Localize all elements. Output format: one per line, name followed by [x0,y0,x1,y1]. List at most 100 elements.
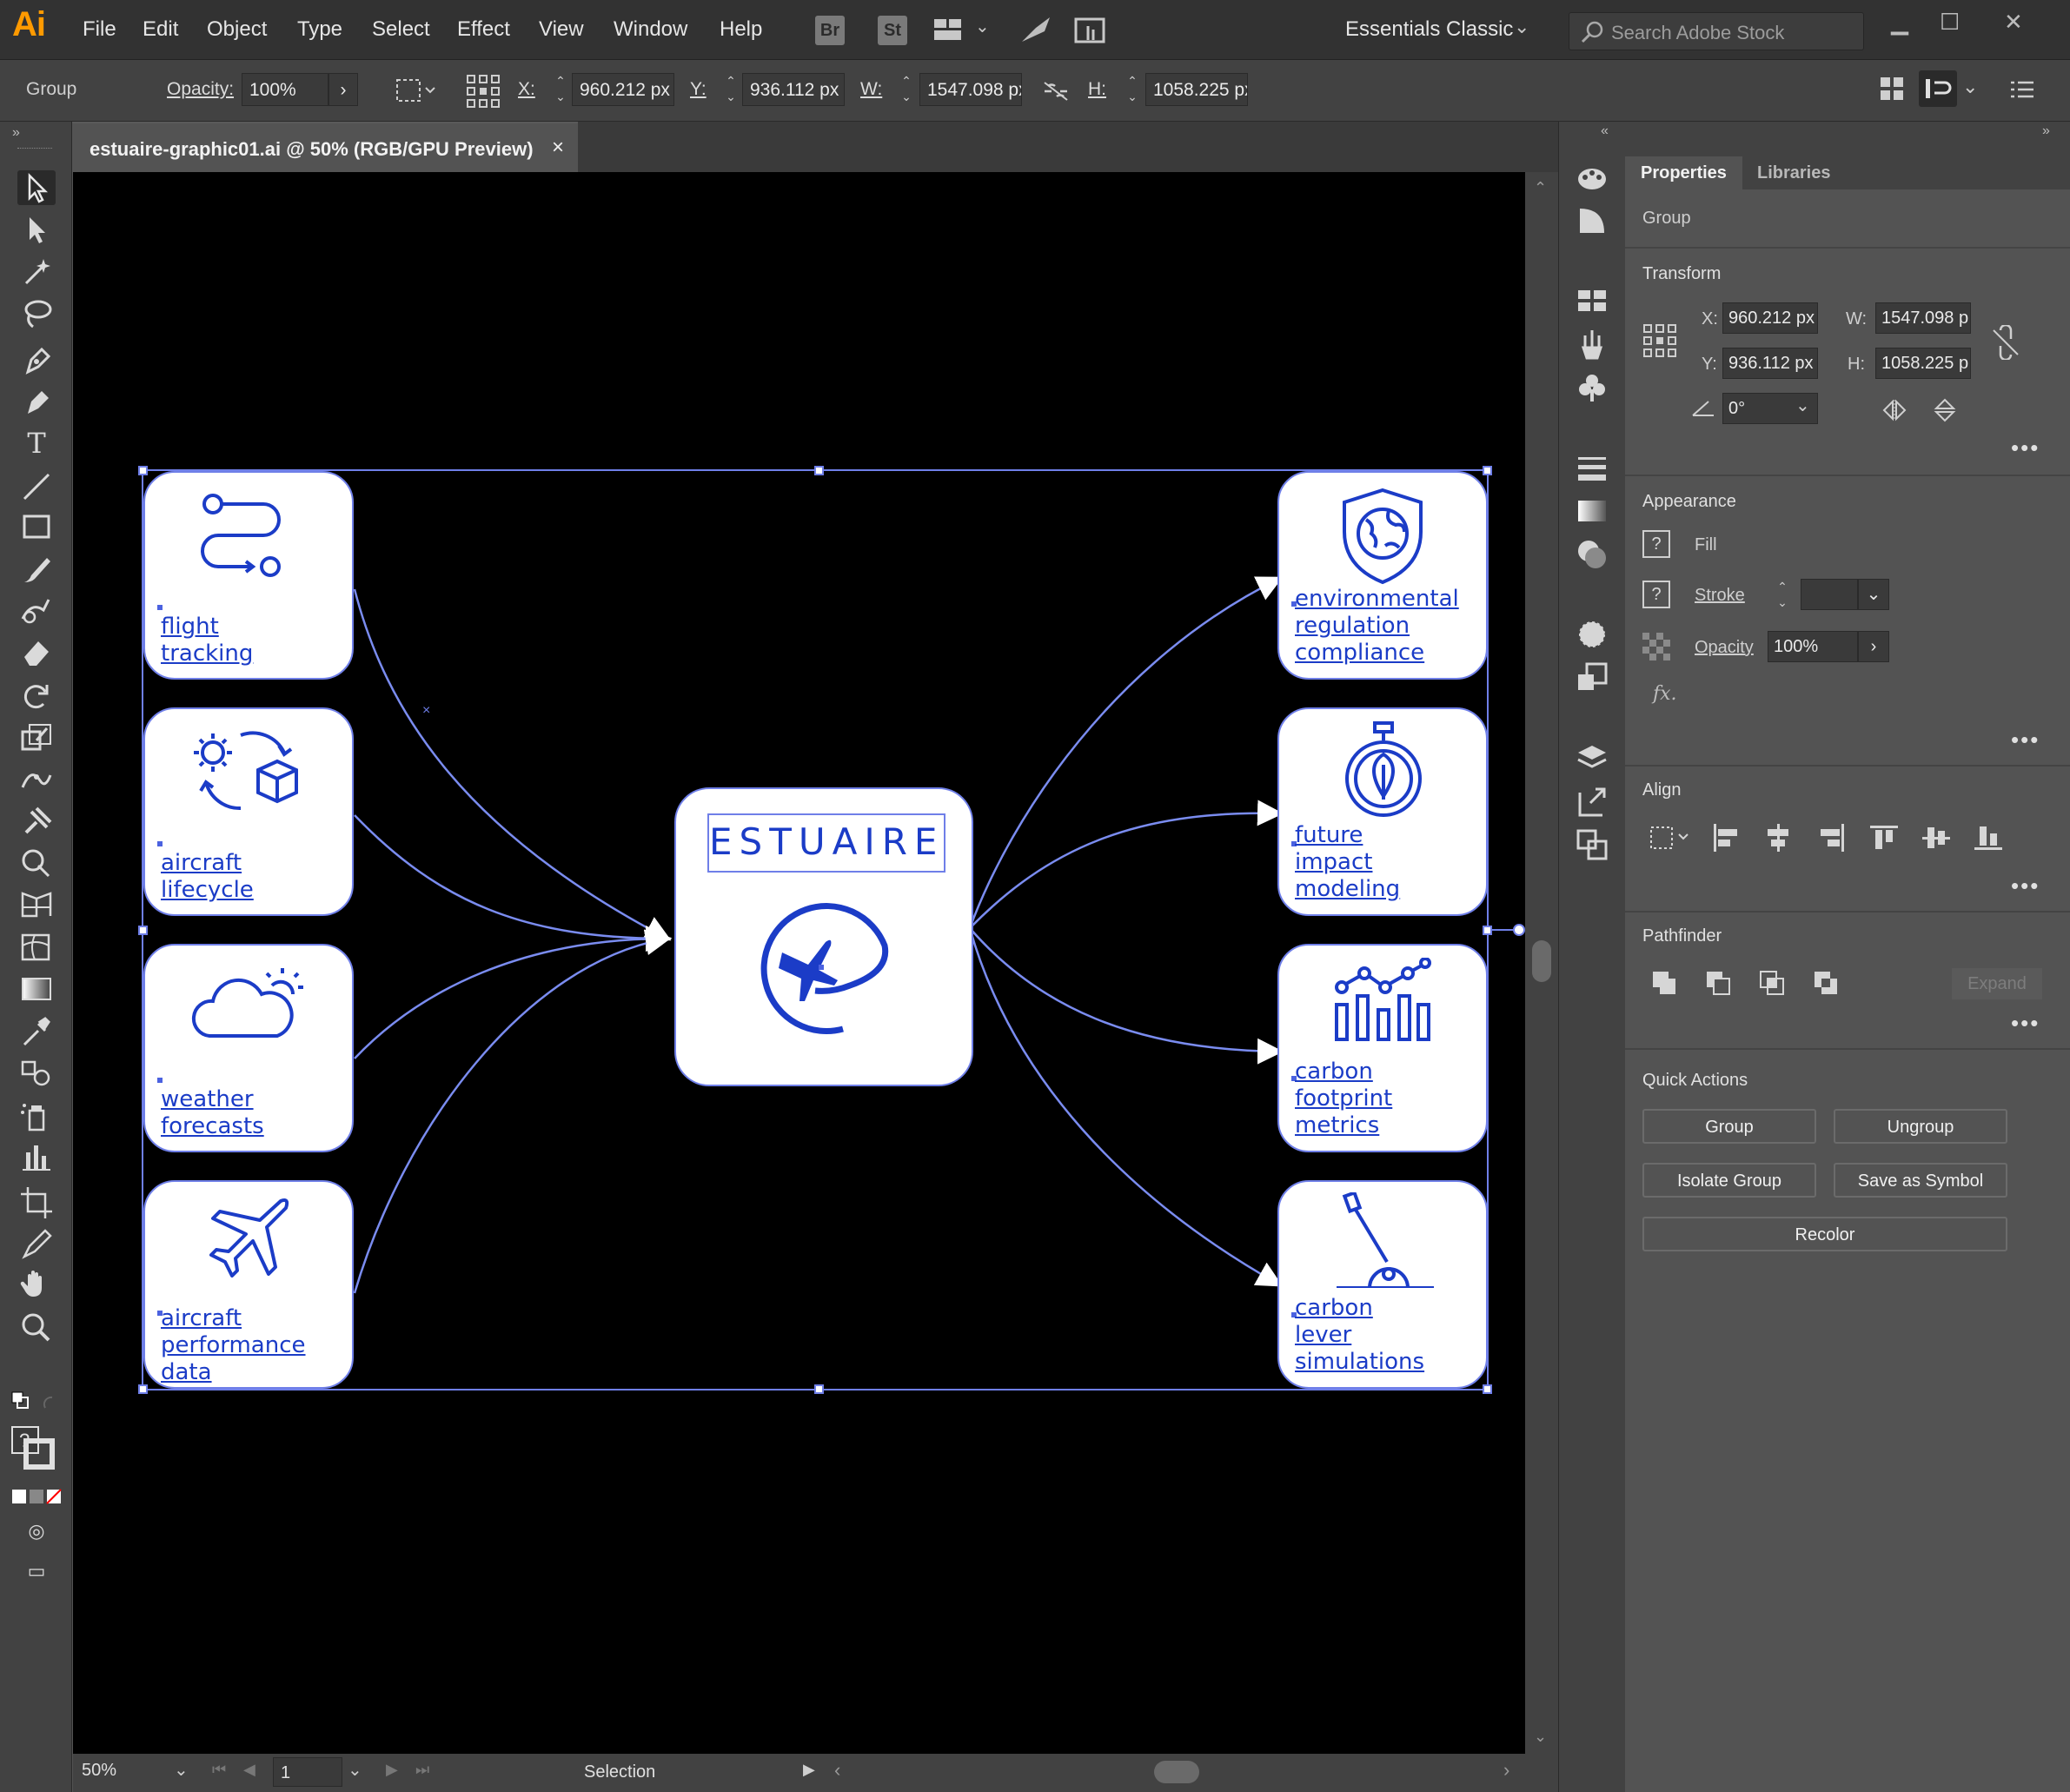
constrain-proportions-icon[interactable] [1041,79,1071,103]
align-to-icon[interactable] [1919,70,1957,107]
last-artboard-icon[interactable]: ⏭ [415,1761,429,1779]
direct-selection-tool-icon[interactable] [17,212,56,247]
layers-panel-icon[interactable] [1575,740,1609,775]
align-horizontal-center-icon[interactable] [1762,822,1794,853]
save-as-symbol-button[interactable]: Save as Symbol [1834,1163,2007,1198]
menu-window[interactable]: Window [614,17,687,42]
document-tab[interactable]: estuaire-graphic01.ai @ 50% (RGB/GPU Pre… [72,122,578,174]
zoom-field[interactable]: 50% [82,1761,169,1785]
mesh-tool-icon[interactable] [17,930,56,965]
shaper-tool-icon[interactable] [17,593,56,627]
scroll-left-icon[interactable]: ‹ [834,1759,840,1782]
collapse-panel-icon[interactable]: « [1601,123,1609,139]
lasso-tool-icon[interactable] [17,295,56,330]
menu-list-icon[interactable] [2009,79,2035,100]
stroke-swatch-icon[interactable]: ? [1642,581,1670,608]
default-fill-stroke-icon[interactable] [10,1390,63,1415]
stock-search-field[interactable]: Search Adobe Stock [1569,12,1864,50]
color-guide-panel-icon[interactable] [1575,203,1609,238]
width-tool-icon[interactable] [17,761,56,796]
rectangle-tool-icon[interactable] [17,509,56,544]
constrain-proportions-icon[interactable] [1990,323,2021,362]
chevron-down-icon[interactable]: ⌄ [348,1759,362,1781]
tab-libraries[interactable]: Libraries [1742,156,1846,189]
arrange-documents-icon[interactable] [933,17,963,42]
selection-tool-icon[interactable] [17,170,56,205]
type-tool-icon[interactable]: T [17,426,56,461]
opacity-arrow-icon[interactable]: › [328,73,358,106]
chevron-down-icon[interactable]: ⌄ [1795,395,1810,416]
output-card-carbon-footprint[interactable]: carbon footprint metrics [1277,944,1488,1152]
paintbrush-tool-icon[interactable] [17,553,56,587]
h-spinner[interactable]: ⌃ ⌄ [1123,73,1142,106]
grid-view-icon[interactable] [1879,76,1905,102]
align-top-icon[interactable] [1868,822,1900,853]
isolate-group-button[interactable]: Isolate Group [1642,1163,1816,1198]
menu-effect[interactable]: Effect [457,17,510,42]
status-menu-arrow-icon[interactable]: ▶ [803,1761,815,1779]
opacity-label[interactable]: Opacity: [167,79,234,100]
previous-artboard-icon[interactable]: ◀ [243,1761,255,1779]
scroll-down-icon[interactable]: ⌄ [1534,1728,1547,1746]
chevron-down-icon[interactable]: ⌄ [1962,76,1978,98]
artboard-canvas[interactable]: × flight tracking aircraft lifecycle wea… [73,172,1525,1754]
perspective-grid-tool-icon[interactable] [17,886,56,921]
menu-object[interactable]: Object [207,17,267,42]
opacity-field[interactable]: 100% [1768,631,1858,662]
collapse-panel-icon[interactable]: » [12,125,20,141]
hand-tool-icon[interactable] [17,1267,56,1302]
artboard-number-field[interactable]: 1 [273,1757,342,1787]
tab-properties[interactable]: Properties [1625,156,1742,189]
scale-tool-icon[interactable] [17,720,56,754]
transform-y-field[interactable]: 936.112 px [1722,348,1818,379]
line-tool-icon[interactable] [17,469,56,504]
chevron-down-icon[interactable]: ⌄ [174,1759,189,1781]
stock-button[interactable]: St [878,16,907,45]
output-card-carbon-lever[interactable]: carbon lever simulations [1277,1180,1488,1389]
group-button[interactable]: Group [1642,1109,1816,1144]
artboard-selection-icon[interactable] [395,77,436,103]
color-mode-icon[interactable] [10,1488,63,1505]
zoom-tool-icon[interactable] [17,1311,56,1345]
output-card-future-impact[interactable]: future impact modeling [1277,707,1488,916]
align-vertical-center-icon[interactable] [1921,822,1952,853]
fill-swatch-icon[interactable]: ? [1642,530,1670,558]
opacity-arrow-icon[interactable]: › [1858,631,1889,662]
puppet-warp-tool-icon[interactable] [17,803,56,838]
transform-h-field[interactable]: 1058.225 p [1875,348,1971,379]
y-field[interactable]: 936.112 px [742,73,845,106]
flip-horizontal-icon[interactable] [1881,398,1908,422]
expand-button[interactable]: Expand [1952,968,2042,999]
align-right-icon[interactable] [1816,822,1848,853]
symbol-sprayer-tool-icon[interactable] [17,1098,56,1133]
slice-tool-icon[interactable] [17,1225,56,1260]
fill-stroke-swatch-icon[interactable]: ? [10,1425,63,1477]
stroke-panel-icon[interactable] [1575,450,1609,485]
artboard-tool-icon[interactable] [17,1184,56,1218]
menu-help[interactable]: Help [720,17,762,42]
pathfinder-exclude-icon[interactable] [1811,968,1842,999]
collapse-panel-icon[interactable]: » [2042,123,2050,139]
reference-point-icon[interactable] [1642,323,1677,358]
close-window-icon[interactable]: ✕ [2004,9,2023,36]
ungroup-button[interactable]: Ungroup [1834,1109,2007,1144]
input-card-aircraft-lifecycle[interactable]: aircraft lifecycle [143,707,354,916]
bridge-button[interactable]: Br [815,16,845,45]
more-options-icon[interactable]: ••• [2011,435,2040,461]
opacity-label[interactable]: Opacity [1695,638,1754,658]
stroke-weight-field[interactable] [1801,579,1858,610]
next-artboard-icon[interactable]: ▶ [386,1761,398,1779]
transform-w-field[interactable]: 1547.098 p [1875,302,1971,334]
menu-edit[interactable]: Edit [143,17,178,42]
pathfinder-unite-icon[interactable] [1649,968,1681,999]
horizontal-scroll-thumb[interactable] [1154,1761,1199,1783]
menu-view[interactable]: View [539,17,584,42]
w-field[interactable]: 1547.098 px [919,73,1022,106]
graphic-styles-panel-icon[interactable] [1575,660,1609,695]
column-graph-tool-icon[interactable] [17,1140,56,1175]
chevron-down-icon[interactable]: ⌄ [975,16,990,37]
magic-wand-tool-icon[interactable] [17,254,56,289]
maximize-icon[interactable]: ☐ [1940,9,1960,36]
x-spinner[interactable]: ⌃ ⌄ [551,73,570,106]
more-options-icon[interactable]: ••• [2011,727,2040,753]
